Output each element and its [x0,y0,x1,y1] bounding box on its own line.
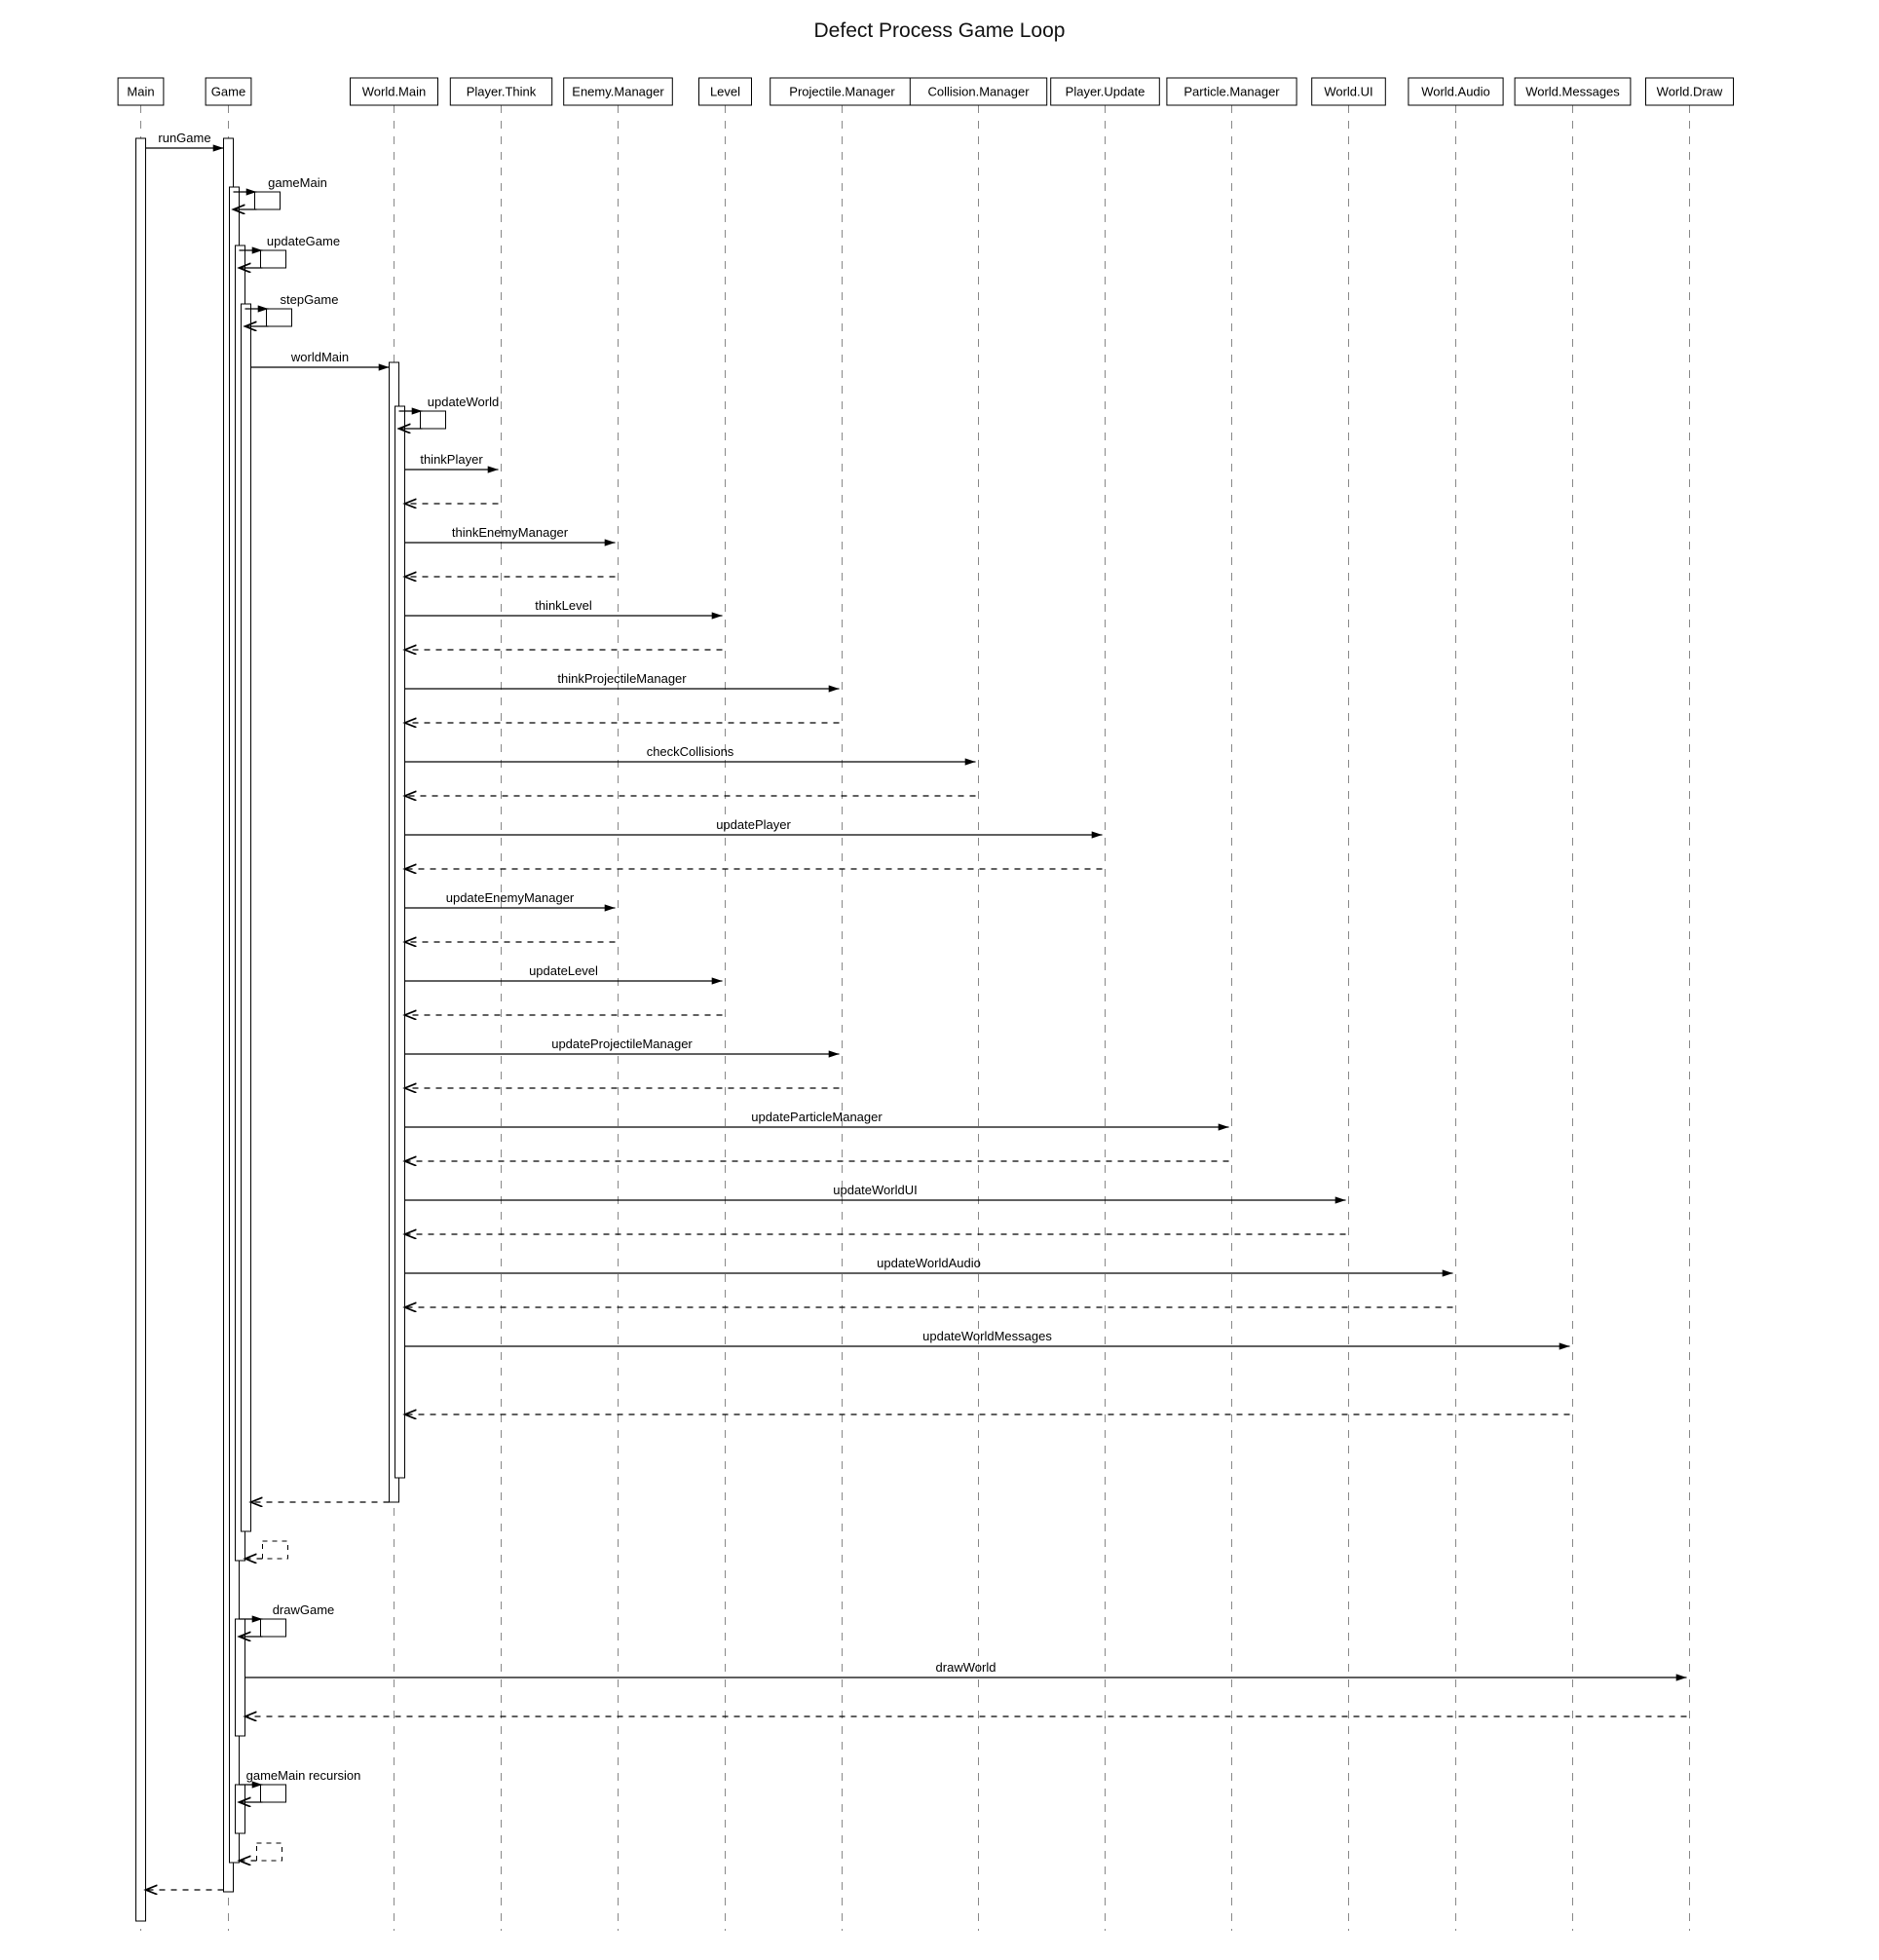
message-gameMain: gameMain [268,175,327,190]
message-worldMain: worldMain [290,350,349,364]
message-updateParticleManager: updateParticleManager [751,1110,883,1124]
participant-label-WorldAudio: World.Audio [1421,84,1490,98]
message-thinkPlayer: thinkPlayer [420,452,483,467]
participant-label-Game: Game [211,84,245,98]
message-updateProjectileManager: updateProjectileManager [551,1037,693,1051]
participant-label-EnemyManager: Enemy.Manager [572,84,664,98]
participant-label-WorldMain: World.Main [362,84,427,98]
message-updateWorld: updateWorld [428,395,499,409]
message-drawGame: drawGame [273,1602,335,1617]
sequence-diagram: Main Game World.Main Player.Think Enemy.Mana… [19,60,1860,1941]
message-updateWorldUI: updateWorldUI [833,1183,917,1197]
participant-label-WorldMessages: World.Messages [1525,84,1620,98]
message-updateEnemyManager: updateEnemyManager [446,890,575,905]
participant-label-ParticleManager: Particle.Manager [1184,84,1280,98]
message-updateLevel: updateLevel [529,963,598,978]
message-checkCollisions: checkCollisions [647,744,734,759]
participant-label-Level: Level [710,84,740,98]
message-gameMainRecursion: gameMain recursion [246,1768,361,1783]
participant-label-PlayerThink: Player.Think [467,84,537,98]
message-thinkProjectileManager: thinkProjectileManager [557,671,687,686]
participant-label-ProjectileManager: Projectile.Manager [789,84,895,98]
participant-label-WorldDraw: World.Draw [1657,84,1723,98]
diagram-title: Defect Process Game Loop [19,19,1860,43]
participant-label-Main: Main [127,84,154,98]
message-drawWorld: drawWorld [936,1660,996,1675]
participant-label-WorldUI: World.UI [1324,84,1372,98]
message-thinkLevel: thinkLevel [535,598,592,613]
message-updateGame: updateGame [267,234,340,248]
message-stepGame: stepGame [281,292,339,307]
message-updatePlayer: updatePlayer [716,817,791,832]
message-runGame: runGame [158,131,210,145]
participant-label-PlayerUpdate: Player.Update [1066,84,1146,98]
participant-label-CollisionManager: Collision.Manager [927,84,1030,98]
message-updateWorldMessages: updateWorldMessages [922,1329,1052,1343]
message-thinkEnemyManager: thinkEnemyManager [452,525,569,540]
message-updateWorldAudio: updateWorldAudio [877,1256,981,1270]
